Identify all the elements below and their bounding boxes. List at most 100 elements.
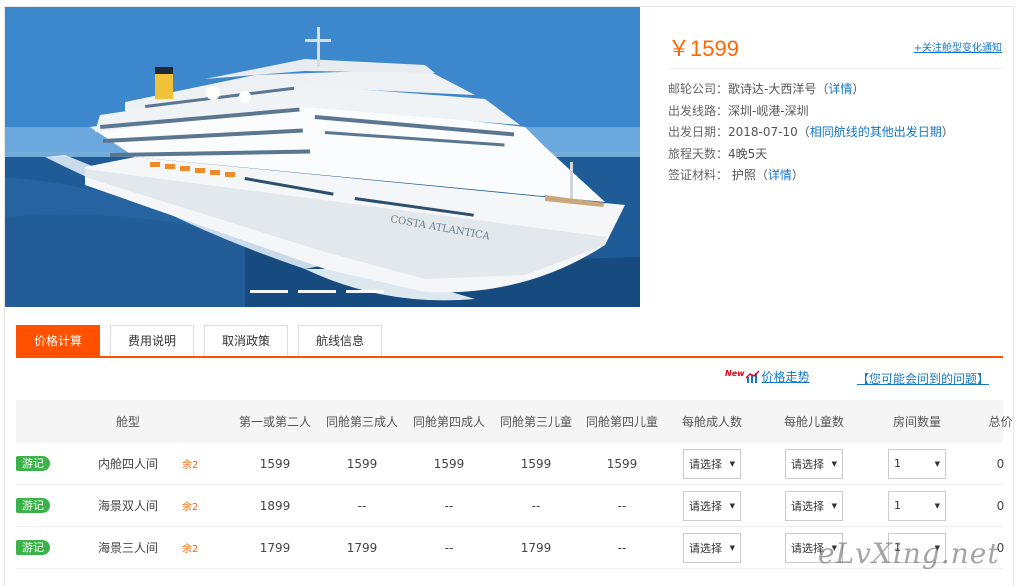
- select-value: 1: [894, 457, 901, 470]
- info-label: 出发线路：: [668, 103, 729, 118]
- sub-links: New 价格走势 【您可能会问到的问题】: [725, 368, 1005, 388]
- tab-route-info[interactable]: 航线信息: [298, 325, 383, 357]
- tab-cancel-policy[interactable]: 取消政策: [204, 325, 289, 357]
- price-cell: 1599: [606, 456, 638, 471]
- site-watermark: eLvXing.net: [818, 537, 1000, 570]
- tab-underline: [16, 356, 1003, 358]
- carousel-dot[interactable]: [346, 290, 384, 293]
- info-list: 邮轮公司：歌诗达-大西洋号（详情） 出发线路：深圳-岘港-深圳 出发日期：201…: [668, 79, 954, 187]
- col-header-third-child: 同舱第三儿童: [499, 415, 572, 429]
- price-cell: --: [531, 498, 541, 513]
- col-header-rooms: 房间数量: [892, 415, 941, 429]
- price-cell: 1799: [520, 540, 552, 555]
- caret-down-icon: ▼: [934, 501, 940, 510]
- children-select[interactable]: 请选择 ▼: [785, 448, 843, 479]
- carousel-indicator: [250, 290, 384, 293]
- caret-down-icon: ▼: [729, 459, 735, 468]
- info-value: 深圳-岘港-深圳: [728, 103, 809, 118]
- detail-tabs: 价格计算 费用说明 取消政策 航线信息: [16, 325, 383, 357]
- total-price: 0: [996, 456, 1005, 471]
- remaining-count: 余2: [182, 460, 199, 471]
- col-header-fourth-child: 同舱第四儿童: [586, 415, 659, 429]
- travelogue-tag[interactable]: 游记: [16, 540, 50, 555]
- info-label: 签证材料：: [668, 168, 729, 182]
- col-header-third-adult: 同舱第三成人: [325, 415, 398, 429]
- price-cell: 1599: [259, 456, 291, 471]
- info-value: 4晚5天: [728, 146, 768, 161]
- price-cell: 1599: [346, 456, 378, 471]
- new-badge: New: [725, 369, 745, 378]
- select-value: 请选择: [791, 457, 824, 471]
- paren-open: （: [797, 125, 810, 139]
- paren-close: ）: [791, 168, 804, 182]
- price-cell: 1899: [259, 498, 291, 513]
- info-row-visa: 签证材料： 护照（详情）: [668, 165, 954, 187]
- info-row-departure-date: 出发日期：2018-07-10（相同航线的其他出发日期）: [668, 122, 954, 144]
- info-value: 护照: [728, 168, 756, 182]
- cruise-details-link[interactable]: 详情: [828, 82, 852, 96]
- cruise-info-panel: ￥1599 +关注舱型变化通知 邮轮公司：歌诗达-大西洋号（详情） 出发线路：深…: [640, 7, 1012, 307]
- other-dates-link[interactable]: 相同航线的其他出发日期: [810, 125, 942, 139]
- price-cell: 1599: [520, 456, 552, 471]
- info-label: 邮轮公司：: [668, 82, 729, 96]
- col-header-cabin: 舱型: [115, 415, 140, 429]
- caret-down-icon: ▼: [831, 459, 837, 468]
- select-value: 请选择: [791, 499, 824, 513]
- caret-down-icon: ▼: [934, 459, 940, 468]
- faq-link[interactable]: 【您可能会问到的问题】: [857, 370, 989, 387]
- info-row-route: 出发线路：深圳-岘港-深圳: [668, 101, 954, 123]
- info-label: 旅程天数：: [668, 146, 729, 161]
- adults-select[interactable]: 请选择 ▼: [683, 532, 741, 563]
- col-header-adults: 每舱成人数: [681, 415, 742, 429]
- cabin-name: 海景三人间: [97, 541, 158, 555]
- paren-close: ）: [941, 125, 954, 139]
- cruise-ship-photo[interactable]: COSTA ATLANTICA: [5, 7, 640, 307]
- caret-down-icon: ▼: [729, 543, 735, 552]
- rooms-select[interactable]: 1 ▼: [888, 448, 946, 479]
- col-header-first-second: 第一或第二人: [238, 415, 311, 429]
- tab-price-calc[interactable]: 价格计算: [16, 325, 101, 357]
- price-value: ￥1599: [668, 36, 739, 61]
- follow-cabin-change-link[interactable]: +关注舱型变化通知: [914, 39, 1002, 54]
- price-cell: --: [444, 540, 454, 555]
- paren-open: （: [755, 168, 768, 182]
- info-label: 出发日期：: [668, 125, 729, 139]
- adults-select[interactable]: 请选择 ▼: [683, 448, 741, 479]
- carousel-dot[interactable]: [298, 290, 336, 293]
- select-value: 1: [894, 499, 901, 512]
- price-cell: 1799: [259, 540, 291, 555]
- col-header-total: 总价: [988, 415, 1013, 429]
- table-row: 游记 内舱四人间 余2 1599 1599 1599 1599 1599 请选择…: [16, 443, 1004, 485]
- info-value: 2018-07-10: [728, 125, 798, 139]
- remaining-count: 余2: [182, 544, 199, 555]
- caret-down-icon: ▼: [729, 501, 735, 510]
- cabin-name: 海景双人间: [97, 499, 158, 513]
- price-trend-label[interactable]: 价格走势: [762, 368, 810, 385]
- price-trend-link[interactable]: New 价格走势: [725, 368, 810, 385]
- price-row: ￥1599 +关注舱型变化通知: [668, 29, 1002, 69]
- paren-open: （: [816, 82, 829, 96]
- info-row-cruise-company: 邮轮公司：歌诗达-大西洋号（详情）: [668, 79, 954, 101]
- table-row: 游记 海景双人间 余2 1899 -- -- -- -- 请选择 ▼ 请选择 ▼ 1…: [16, 485, 1004, 527]
- price-cell: --: [617, 498, 627, 513]
- carousel-dot[interactable]: [250, 290, 288, 293]
- travelogue-tag[interactable]: 游记: [16, 498, 50, 513]
- adults-select[interactable]: 请选择 ▼: [683, 490, 741, 521]
- travelogue-tag[interactable]: 游记: [16, 456, 50, 471]
- price-cell: --: [617, 540, 627, 555]
- total-price: 0: [996, 498, 1005, 513]
- price-cell: 1599: [433, 456, 465, 471]
- price-cell: --: [357, 498, 367, 513]
- select-value: 请选择: [689, 499, 722, 513]
- visa-details-link[interactable]: 详情: [768, 168, 792, 182]
- tab-fee-description[interactable]: 费用说明: [110, 325, 195, 357]
- children-select[interactable]: 请选择 ▼: [785, 490, 843, 521]
- chart-trend-icon: [745, 370, 760, 383]
- remaining-count: 余2: [182, 502, 199, 513]
- caret-down-icon: ▼: [831, 501, 837, 510]
- rooms-select[interactable]: 1 ▼: [888, 490, 946, 521]
- table-header: 舱型 第一或第二人 同舱第三成人 同舱第四成人 同舱第三儿童 同舱第四儿童 每舱…: [16, 400, 1013, 443]
- price-cell: 1799: [346, 540, 378, 555]
- info-value: 歌诗达-大西洋号: [728, 82, 817, 96]
- select-value: 请选择: [689, 457, 722, 471]
